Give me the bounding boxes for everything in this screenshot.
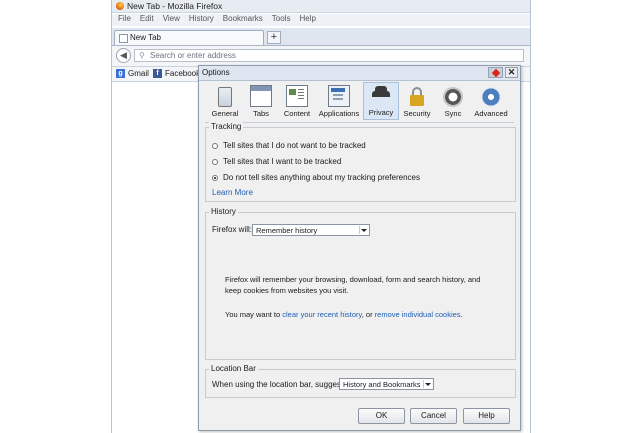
select-value: History and Bookmarks: [343, 380, 421, 389]
radio-label: Do not tell sites anything about my trac…: [223, 173, 420, 182]
chevron-down-icon: [359, 226, 368, 234]
history-group: History Firefox will: Remember history F…: [205, 207, 516, 360]
options-dialog: Options ✕ General Tabs Content Applicati…: [198, 65, 521, 431]
history-suggestion: You may want to clear your recent histor…: [225, 310, 463, 319]
pane-applications[interactable]: Applications: [315, 82, 363, 120]
privacy-icon: [371, 86, 391, 106]
gmail-icon: g: [116, 69, 125, 78]
pane-advanced[interactable]: Advanced: [471, 82, 511, 120]
pane-label: General: [211, 109, 239, 118]
pane-privacy[interactable]: Privacy: [363, 82, 399, 120]
menu-bookmarks[interactable]: Bookmarks: [223, 14, 263, 26]
suggestion-text: .: [460, 310, 463, 319]
close-icon[interactable]: ✕: [505, 67, 518, 78]
sync-icon: [443, 87, 463, 107]
pane-general[interactable]: General: [207, 82, 243, 120]
history-mode-select[interactable]: Remember history: [252, 224, 370, 236]
group-title: History: [209, 207, 238, 216]
dialog-title: Options: [202, 68, 230, 77]
menu-help[interactable]: Help: [299, 14, 315, 26]
tabs-icon: [250, 85, 272, 107]
pane-label: Tabs: [253, 109, 269, 118]
lock-icon: [407, 87, 427, 107]
ok-button[interactable]: OK: [358, 408, 405, 424]
learn-more-link[interactable]: Learn More: [212, 188, 253, 197]
radio-label: Tell sites that I want to be tracked: [223, 157, 342, 166]
help-button[interactable]: Help: [463, 408, 510, 424]
new-tab-button[interactable]: +: [267, 31, 281, 44]
content-icon: [286, 85, 308, 107]
back-button[interactable]: ◀: [116, 48, 131, 63]
url-placeholder: Search or enter address: [150, 51, 236, 60]
pane-sync[interactable]: Sync: [435, 82, 471, 120]
history-mode-label: Firefox will:: [212, 225, 253, 234]
url-bar[interactable]: ⚲ Search or enter address: [134, 49, 524, 62]
group-title: Location Bar: [209, 364, 258, 373]
group-title: Tracking: [209, 122, 244, 131]
applications-icon: [328, 85, 350, 107]
tab-strip: New Tab +: [112, 28, 530, 46]
pane-content[interactable]: Content: [279, 82, 315, 120]
tracking-group: Tracking Tell sites that I do not want t…: [205, 122, 516, 202]
pane-label: Security: [403, 109, 431, 118]
radio-button-selected[interactable]: [212, 174, 218, 181]
history-description: Firefox will remember your browsing, dow…: [225, 275, 481, 295]
facebook-icon: f: [153, 69, 162, 78]
bookmark-label: Facebook: [165, 69, 201, 78]
clear-recent-history-link[interactable]: clear your recent history: [282, 310, 361, 319]
menu-tools[interactable]: Tools: [272, 14, 291, 26]
dialog-help-icon[interactable]: [488, 67, 503, 78]
suggestion-text: , or: [361, 310, 375, 319]
radio-do-not-track[interactable]: Tell sites that I do not want to be trac…: [212, 141, 366, 150]
radio-button[interactable]: [212, 158, 218, 165]
menu-edit[interactable]: Edit: [140, 14, 154, 26]
radio-no-preference[interactable]: Do not tell sites anything about my trac…: [212, 173, 420, 182]
tab-label: New Tab: [130, 33, 161, 42]
pane-label: Applications: [318, 109, 360, 118]
navigation-bar: ◀ ⚲ Search or enter address: [112, 46, 530, 67]
cancel-button[interactable]: Cancel: [410, 408, 457, 424]
pane-tabs[interactable]: Tabs: [243, 82, 279, 120]
toolbar-divider: [205, 122, 514, 123]
pane-label: Content: [283, 109, 311, 118]
tab-new-tab[interactable]: New Tab: [114, 30, 264, 45]
location-suggest-label: When using the location bar, suggest:: [212, 380, 346, 389]
chevron-down-icon: [423, 380, 432, 388]
gear-icon: [481, 87, 501, 107]
general-icon: [218, 87, 232, 107]
select-value: Remember history: [256, 226, 318, 235]
search-icon: ⚲: [139, 51, 145, 60]
page-icon: [119, 34, 128, 43]
menu-file[interactable]: File: [118, 14, 131, 26]
pane-label: Advanced: [474, 109, 508, 118]
suggestion-text: You may want to: [225, 310, 283, 319]
back-arrow-icon: ◀: [120, 50, 127, 60]
menubar: File Edit View History Bookmarks Tools H…: [112, 14, 530, 26]
dialog-titlebar: Options ✕: [199, 66, 520, 81]
location-suggest-select[interactable]: History and Bookmarks: [339, 378, 434, 390]
remove-cookies-link[interactable]: remove individual cookies: [375, 310, 461, 319]
pane-security[interactable]: Security: [399, 82, 435, 120]
bookmark-gmail[interactable]: g Gmail: [116, 69, 149, 78]
options-toolbar: General Tabs Content Applications Privac…: [207, 82, 511, 120]
radio-button[interactable]: [212, 142, 218, 149]
location-bar-group: Location Bar When using the location bar…: [205, 364, 516, 398]
pane-label: Privacy: [368, 108, 394, 117]
window-titlebar: New Tab - Mozilla Firefox: [112, 0, 530, 13]
window-title: New Tab - Mozilla Firefox: [127, 1, 223, 11]
bookmark-facebook[interactable]: f Facebook: [153, 69, 200, 78]
radio-label: Tell sites that I do not want to be trac…: [223, 141, 366, 150]
menu-view[interactable]: View: [163, 14, 180, 26]
firefox-logo-icon: [116, 2, 124, 10]
menu-history[interactable]: History: [189, 14, 214, 26]
radio-want-tracked[interactable]: Tell sites that I want to be tracked: [212, 157, 341, 166]
bookmark-label: Gmail: [128, 69, 149, 78]
pane-label: Sync: [444, 109, 462, 118]
